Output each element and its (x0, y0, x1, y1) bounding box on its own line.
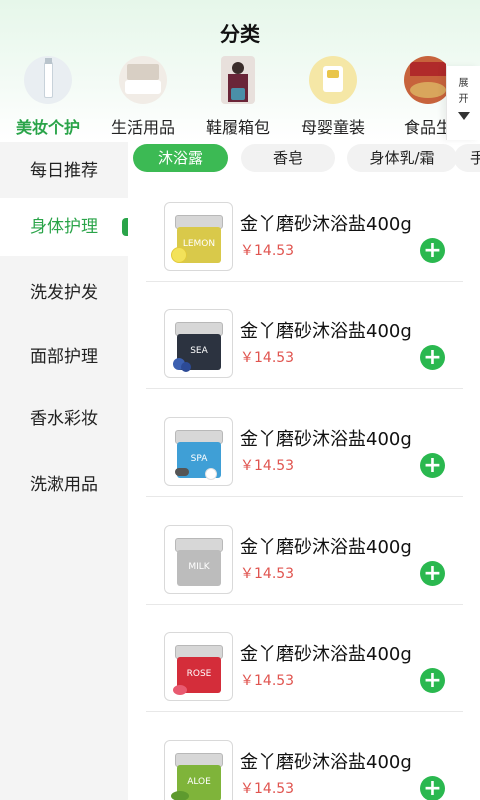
sidebar-item-hair-care[interactable]: 洗发护发 (0, 264, 128, 322)
category-beauty-image (24, 56, 72, 104)
category-household-image (119, 56, 167, 104)
product-name: 金丫磨砂沐浴盐400g (240, 537, 412, 558)
sidebar-item-daily-picks[interactable]: 每日推荐 (0, 142, 128, 200)
jar-label: SPA (190, 454, 208, 464)
category-label: 母婴童装 (300, 118, 365, 136)
category-baby-kids-image (309, 56, 357, 104)
subtab-body-wash[interactable]: 沐浴露 (133, 144, 228, 172)
product-item[interactable]: MILK 金丫磨砂沐浴盐400g ￥14.53 + (146, 497, 463, 605)
plus-icon[interactable]: + (420, 776, 445, 800)
jar-label: MILK (188, 562, 210, 572)
product-thumbnail: LEMON (164, 202, 233, 271)
category-label: 食品生 (403, 118, 446, 136)
plus-icon[interactable]: + (420, 345, 445, 370)
sidebar: 每日推荐 身体护理 洗发护发 面部护理 香水彩妆 洗漱用品 (0, 142, 128, 800)
product-name: 金丫磨砂沐浴盐400g (240, 644, 412, 665)
product-name: 金丫磨砂沐浴盐400g (240, 214, 412, 235)
product-item[interactable]: ROSE 金丫磨砂沐浴盐400g ￥14.53 + (146, 604, 463, 712)
product-name: 金丫磨砂沐浴盐400g (240, 429, 412, 450)
header: 分类 美妆个护 生活用品 鞋履箱包 母婴童装 食品生 (0, 0, 480, 142)
product-list: LEMON 金丫磨砂沐浴盐400g ￥14.53 + SEA 金丫磨砂沐浴盐40… (128, 174, 480, 800)
plus-icon[interactable]: + (420, 238, 445, 263)
sidebar-item-face-care[interactable]: 面部护理 (0, 328, 128, 386)
product-thumbnail: SPA (164, 417, 233, 486)
sidebar-item-perfume-makeup[interactable]: 香水彩妆 (0, 390, 128, 448)
product-thumbnail: MILK (164, 525, 233, 594)
sidebar-item-label: 每日推荐 (30, 161, 98, 181)
subtab-body-lotion[interactable]: 身体乳/霜 (347, 144, 457, 172)
sidebar-item-label: 面部护理 (30, 347, 98, 367)
product-thumbnail: SEA (164, 309, 233, 378)
category-food[interactable]: 食品生 (382, 56, 446, 136)
subtab-hand[interactable]: 手 (454, 144, 480, 172)
sidebar-item-label: 身体护理 (30, 217, 98, 237)
jar-label: ALOE (187, 777, 211, 787)
expand-button[interactable]: 展开 (446, 66, 480, 140)
category-food-image (404, 56, 446, 104)
category-household[interactable]: 生活用品 (97, 56, 189, 136)
product-thumbnail: ROSE (164, 632, 233, 701)
category-label: 鞋履箱包 (205, 118, 270, 136)
sidebar-item-label: 洗发护发 (30, 283, 98, 303)
expand-label: 展开 (458, 78, 469, 105)
category-shoes-bags[interactable]: 鞋履箱包 (192, 56, 284, 136)
plus-icon[interactable]: + (420, 453, 445, 478)
category-row: 美妆个护 生活用品 鞋履箱包 母婴童装 食品生 (0, 56, 446, 136)
product-item[interactable]: SEA 金丫磨砂沐浴盐400g ￥14.53 + (146, 281, 463, 389)
plus-icon[interactable]: + (420, 561, 445, 586)
product-name: 金丫磨砂沐浴盐400g (240, 752, 412, 773)
product-price: ￥14.53 (240, 566, 295, 582)
category-baby-kids[interactable]: 母婴童装 (287, 56, 379, 136)
category-label: 生活用品 (110, 118, 175, 136)
product-price: ￥14.53 (240, 350, 295, 366)
product-name: 金丫磨砂沐浴盐400g (240, 321, 412, 342)
subtab-soap[interactable]: 香皂 (241, 144, 335, 172)
jar-label: ROSE (186, 669, 212, 679)
product-price: ￥14.53 (240, 458, 295, 474)
category-shoes-bags-image (221, 56, 255, 104)
caret-down-icon (457, 112, 470, 120)
product-item[interactable]: LEMON 金丫磨砂沐浴盐400g ￥14.53 + (146, 174, 463, 282)
jar-label: SEA (190, 346, 208, 356)
product-thumbnail: ALOE (164, 740, 233, 800)
product-price: ￥14.53 (240, 673, 295, 689)
plus-icon[interactable]: + (420, 668, 445, 693)
sidebar-item-label: 洗漱用品 (30, 475, 98, 495)
category-beauty[interactable]: 美妆个护 (2, 56, 94, 136)
sidebar-item-toiletries[interactable]: 洗漱用品 (0, 456, 128, 514)
product-item[interactable]: SPA 金丫磨砂沐浴盐400g ￥14.53 + (146, 389, 463, 497)
product-price: ￥14.53 (240, 243, 295, 259)
subcategory-tabs: 沐浴露 香皂 身体乳/霜 手 (128, 142, 480, 174)
product-price: ￥14.53 (240, 781, 295, 797)
product-item[interactable]: ALOE 金丫磨砂沐浴盐400g ￥14.53 + (146, 712, 463, 800)
category-label: 美妆个护 (15, 118, 80, 136)
page-title: 分类 (220, 22, 260, 46)
sidebar-item-body-care[interactable]: 身体护理 (0, 198, 128, 256)
sidebar-item-label: 香水彩妆 (30, 409, 98, 429)
